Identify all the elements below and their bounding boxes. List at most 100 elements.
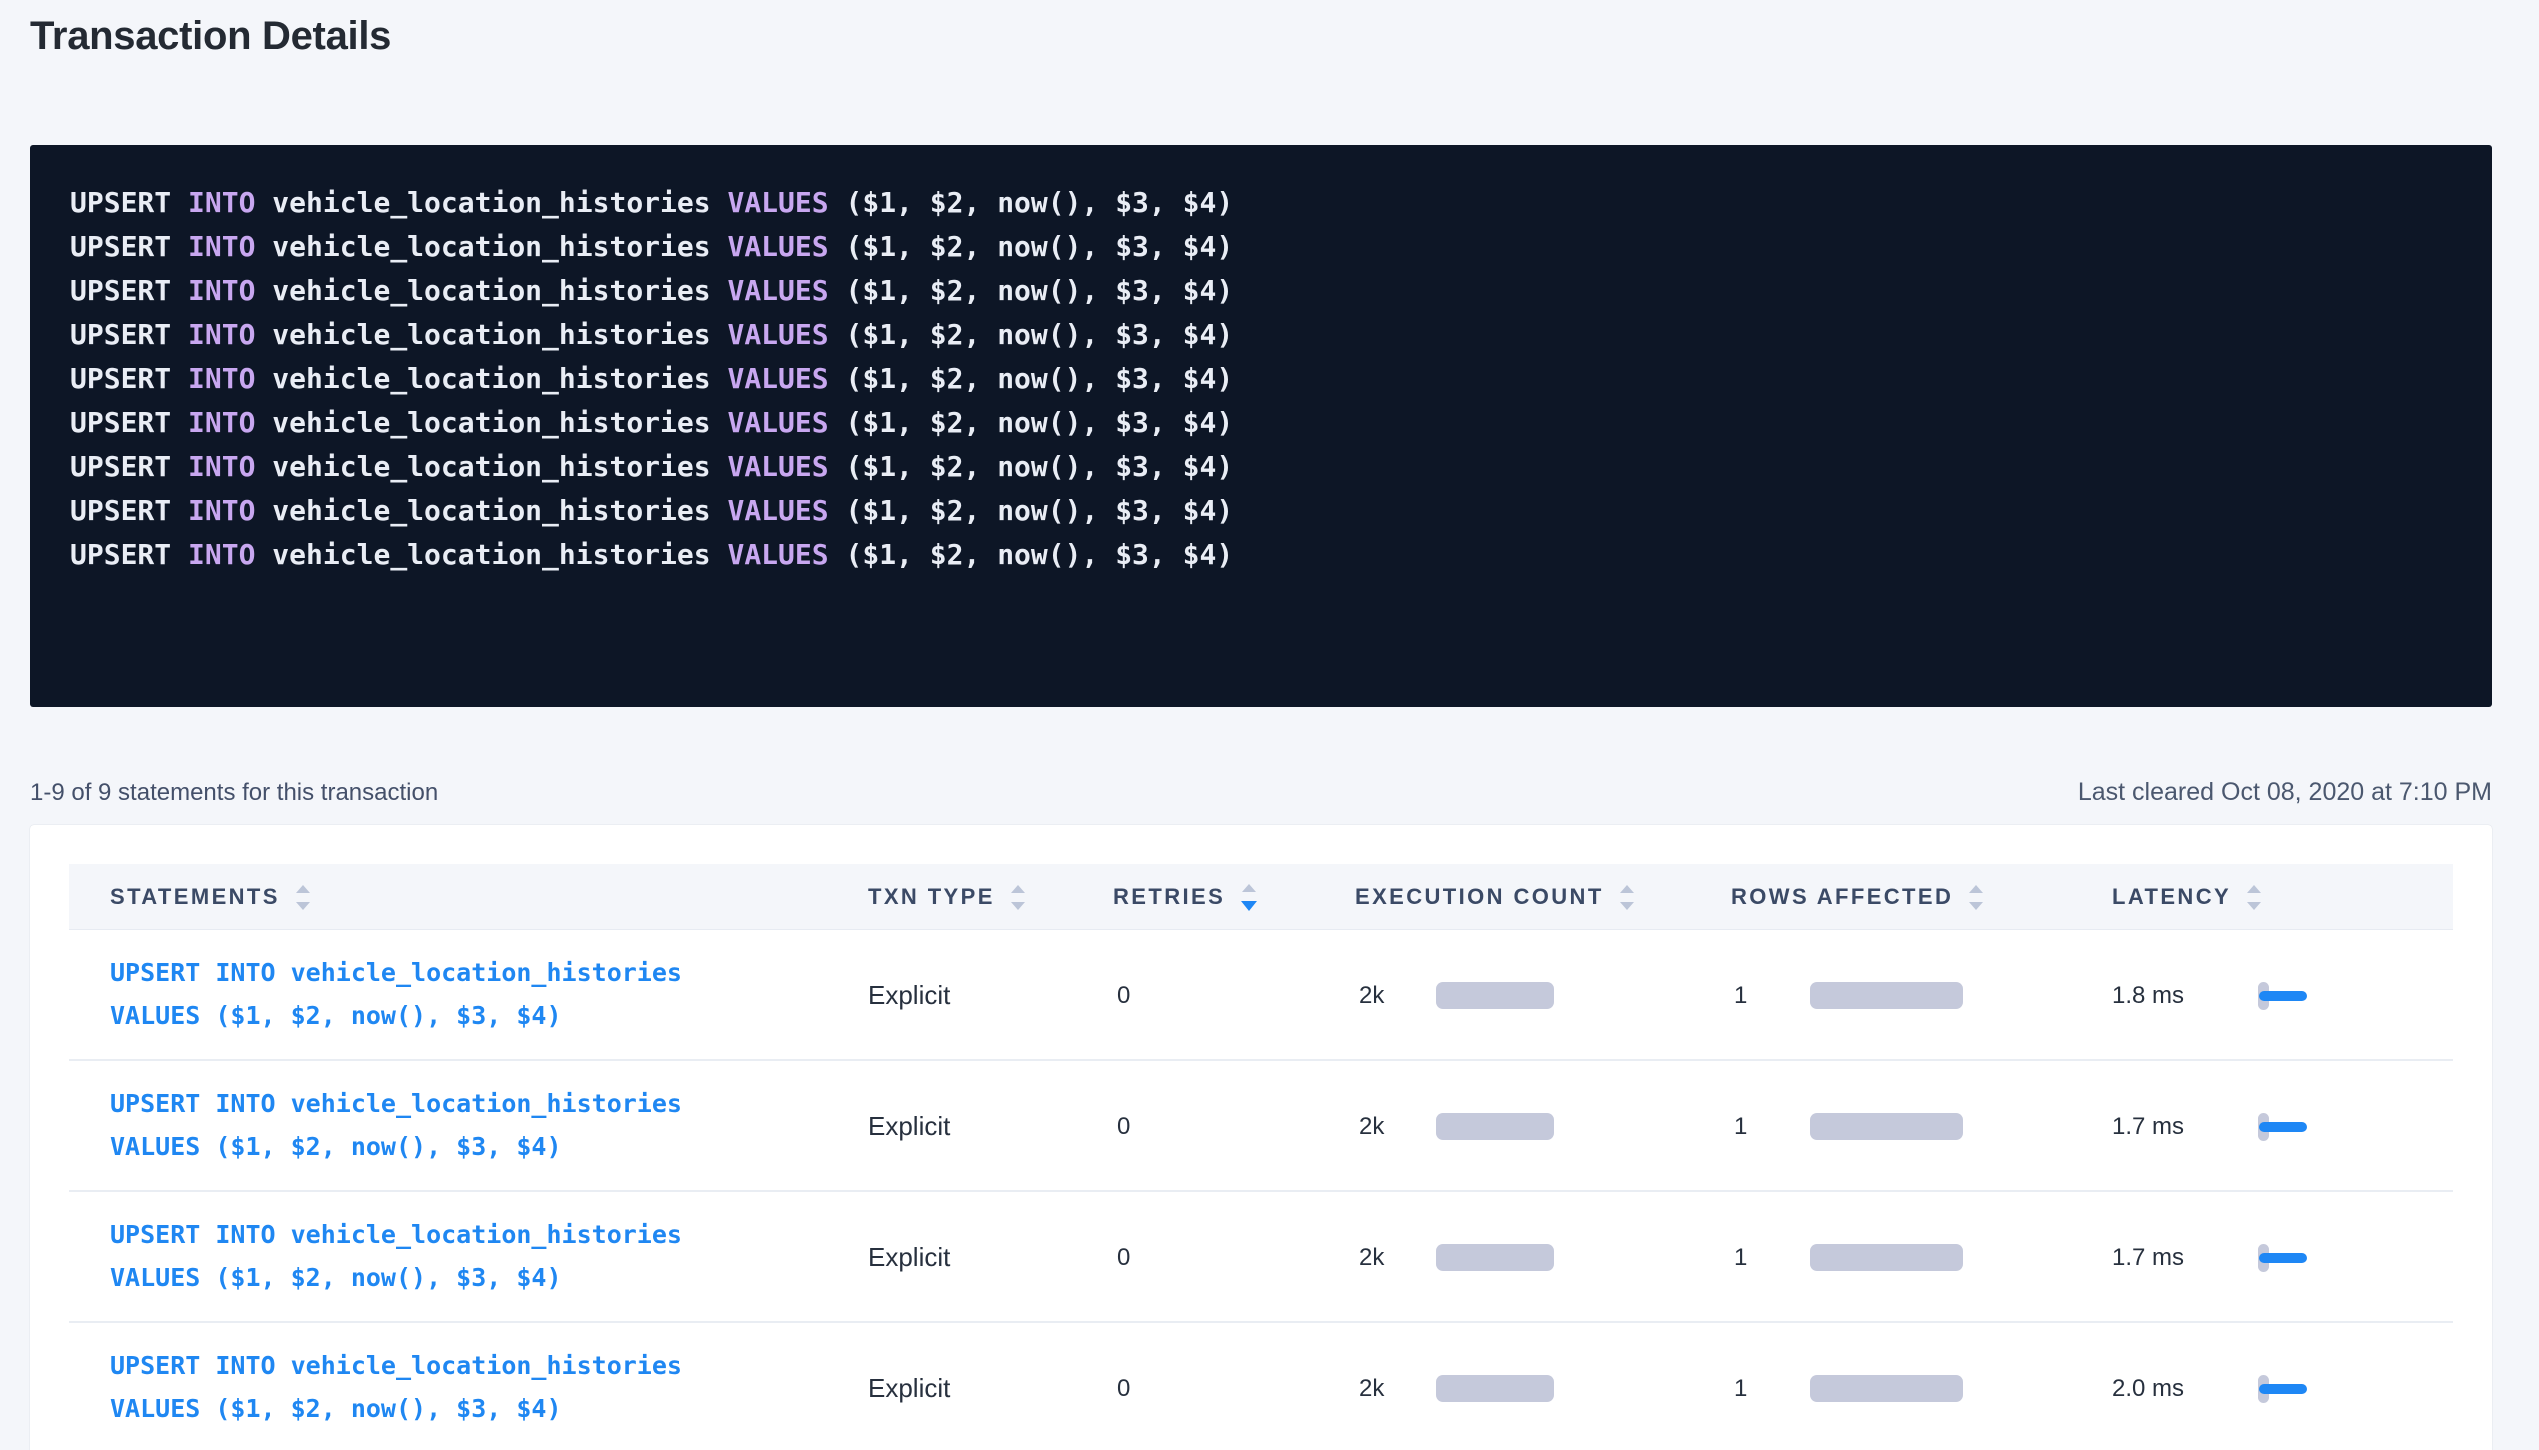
latency-value: 1.7 ms [2112,1061,2184,1192]
sort-desc-icon[interactable] [1969,902,1983,910]
sql-keyword: VALUES [727,538,828,571]
sql-text: vehicle_location_histories [255,318,727,351]
statement-link[interactable]: UPSERT INTO vehicle_location_histories V… [110,951,682,1037]
column-header-label: RETRIES [1113,884,1225,910]
execution-count-value: 2k [1359,930,1384,1061]
sql-text: vehicle_location_histories [255,494,727,527]
sort-desc-icon[interactable] [1620,902,1634,910]
sql-text: ($1, $2, now(), $3, $4) [829,538,1234,571]
txn-type-cell: Explicit [868,1061,950,1192]
statement-table-row: UPSERT INTO vehicle_location_histories V… [69,1323,2453,1450]
sql-keyword: INTO [188,494,255,527]
sort-arrows-icon[interactable] [1969,885,1983,910]
sql-keyword: INTO [188,274,255,307]
sql-statement-line: UPSERT INTO vehicle_location_histories V… [70,445,2452,489]
sql-text: UPSERT [70,274,188,307]
rows-affected-value: 1 [1734,1323,1747,1450]
sql-text: vehicle_location_histories [255,450,727,483]
sort-arrows-icon[interactable] [296,885,310,910]
statement-table-row: UPSERT INTO vehicle_location_histories V… [69,930,2453,1061]
sql-text: UPSERT [70,538,188,571]
sql-keyword: INTO [188,362,255,395]
column-header-rows-affected[interactable]: ROWS AFFECTED [1731,864,1983,930]
txn-type-cell: Explicit [868,1323,950,1450]
execution-count-bar [1436,1113,1554,1140]
latency-value: 2.0 ms [2112,1323,2184,1450]
retries-cell: 0 [1117,930,1130,1061]
sql-text: ($1, $2, now(), $3, $4) [829,186,1234,219]
sql-statement-line: UPSERT INTO vehicle_location_histories V… [70,401,2452,445]
statement-table-row: UPSERT INTO vehicle_location_histories V… [69,1061,2453,1192]
sort-asc-icon[interactable] [1620,885,1634,893]
sort-arrows-icon[interactable] [1241,884,1257,911]
column-header-statements[interactable]: STATEMENTS [110,864,310,930]
sql-keyword: INTO [188,230,255,263]
statements-count-text: 1-9 of 9 statements for this transaction [30,779,438,807]
column-header-label: STATEMENTS [110,884,280,910]
column-header-latency[interactable]: LATENCY [2112,864,2261,930]
statement-table-row: UPSERT INTO vehicle_location_histories V… [69,1192,2453,1323]
latency-bar-chart [2258,978,2328,1014]
txn-type-cell: Explicit [868,1192,950,1323]
sql-keyword: VALUES [727,494,828,527]
rows-affected-value: 1 [1734,1061,1747,1192]
table-header-row: STATEMENTS TXN TYPE RETRIES EXECUTION COUNT… [69,864,2453,930]
sql-statement-line: UPSERT INTO vehicle_location_histories V… [70,181,2452,225]
execution-count-value: 2k [1359,1192,1384,1323]
sql-keyword: VALUES [727,274,828,307]
rows-affected-value: 1 [1734,930,1747,1061]
sql-statement-line: UPSERT INTO vehicle_location_histories V… [70,313,2452,357]
sql-statement-line: UPSERT INTO vehicle_location_histories V… [70,225,2452,269]
sql-keyword: INTO [188,538,255,571]
sql-text: vehicle_location_histories [255,230,727,263]
column-header-retries[interactable]: RETRIES [1113,864,1257,930]
sort-desc-icon[interactable] [1011,902,1025,910]
sql-text: vehicle_location_histories [255,538,727,571]
execution-count-bar [1436,1244,1554,1271]
sql-keyword: INTO [188,450,255,483]
sort-asc-icon[interactable] [1011,885,1025,893]
sql-keyword: VALUES [727,362,828,395]
page-title: Transaction Details [30,14,391,59]
rows-affected-value: 1 [1734,1192,1747,1323]
sort-arrows-icon[interactable] [2247,885,2261,910]
rows-affected-bar [1810,1244,1963,1271]
sort-desc-icon[interactable] [2247,902,2261,910]
statements-table-card: STATEMENTS TXN TYPE RETRIES EXECUTION COUNT… [30,825,2492,1450]
latency-bar-chart [2258,1109,2328,1145]
sort-arrows-icon[interactable] [1011,885,1025,910]
rows-affected-bar [1810,982,1963,1009]
sql-text: ($1, $2, now(), $3, $4) [829,318,1234,351]
latency-mean-bar [2259,991,2307,1001]
sql-keyword: INTO [188,406,255,439]
sort-asc-icon[interactable] [296,885,310,893]
sql-text: ($1, $2, now(), $3, $4) [829,494,1234,527]
sql-text: UPSERT [70,362,188,395]
sql-keyword: VALUES [727,186,828,219]
sort-desc-icon[interactable] [296,902,310,910]
sql-text: UPSERT [70,494,188,527]
sql-text: ($1, $2, now(), $3, $4) [829,274,1234,307]
latency-mean-bar [2259,1384,2307,1394]
sql-text: UPSERT [70,318,188,351]
latency-bar-chart [2258,1371,2328,1407]
statement-link[interactable]: UPSERT INTO vehicle_location_histories V… [110,1082,682,1168]
sql-text: vehicle_location_histories [255,186,727,219]
sql-statement-line: UPSERT INTO vehicle_location_histories V… [70,269,2452,313]
table-body: UPSERT INTO vehicle_location_histories V… [69,930,2453,1450]
sort-asc-icon[interactable] [1969,885,1983,893]
sql-keyword: INTO [188,186,255,219]
column-header-execution-count[interactable]: EXECUTION COUNT [1355,864,1634,930]
statement-link[interactable]: UPSERT INTO vehicle_location_histories V… [110,1213,682,1299]
summary-bar: 1-9 of 9 statements for this transaction… [30,778,2492,807]
sort-desc-icon-active[interactable] [1241,901,1257,911]
column-header-txn-type[interactable]: TXN TYPE [868,864,1025,930]
sort-arrows-icon[interactable] [1620,885,1634,910]
rows-affected-bar [1810,1113,1963,1140]
sort-asc-icon[interactable] [1242,884,1256,892]
sql-statement-line: UPSERT INTO vehicle_location_histories V… [70,489,2452,533]
sql-keyword: INTO [188,318,255,351]
last-cleared-text: Last cleared Oct 08, 2020 at 7:10 PM [2078,778,2492,807]
statement-link[interactable]: UPSERT INTO vehicle_location_histories V… [110,1344,682,1430]
sort-asc-icon[interactable] [2247,885,2261,893]
